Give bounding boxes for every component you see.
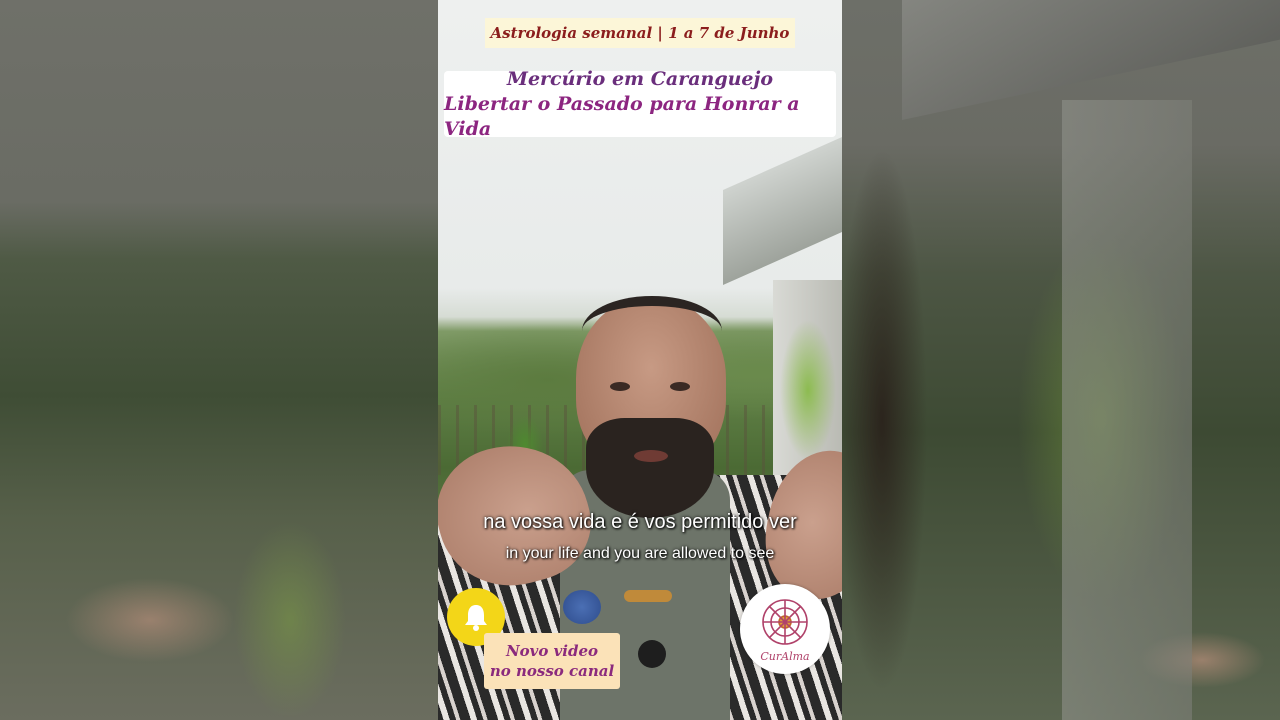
promo-line1: Novo video (505, 642, 599, 660)
necklace-stone (638, 640, 666, 668)
person-beard (586, 418, 714, 518)
mandala-icon (762, 598, 808, 645)
lapel-microphone (563, 590, 601, 624)
new-video-promo[interactable]: Novo video no nosso canal (484, 633, 620, 689)
blurred-backdrop-right (842, 0, 1280, 720)
subtitle-original: na vossa vida e é vos permitido ver (483, 511, 797, 533)
curalma-logo[interactable]: CurAlma (740, 584, 830, 674)
blurred-backdrop-left (0, 0, 438, 720)
weekly-astrology-tag: Astrologia semanal | 1 a 7 de Junho (485, 18, 795, 48)
person-hair (582, 296, 722, 366)
backdrop-wall (1062, 100, 1192, 720)
scene-house-roof (723, 127, 842, 285)
video-title-line2: Libertar o Passado para Honrar a Vida (444, 92, 800, 140)
video-title-line1: Mercúrio em Caranguejo (506, 67, 774, 90)
logo-text: CurAlma (760, 649, 810, 663)
bell-icon (465, 605, 487, 631)
necklace-pendant (624, 590, 672, 602)
video-frame[interactable]: Astrologia semanal | 1 a 7 de Junho Merc… (438, 0, 842, 720)
person-mouth (634, 450, 668, 462)
subtitle-translation: in your life and you are allowed to see (505, 545, 775, 562)
person-eye-left (610, 382, 630, 391)
person-eye-right (670, 382, 690, 391)
video-title-card: Mercúrio em Caranguejo Libertar o Passad… (444, 68, 836, 140)
promo-line2: no nosso canal (489, 662, 615, 680)
